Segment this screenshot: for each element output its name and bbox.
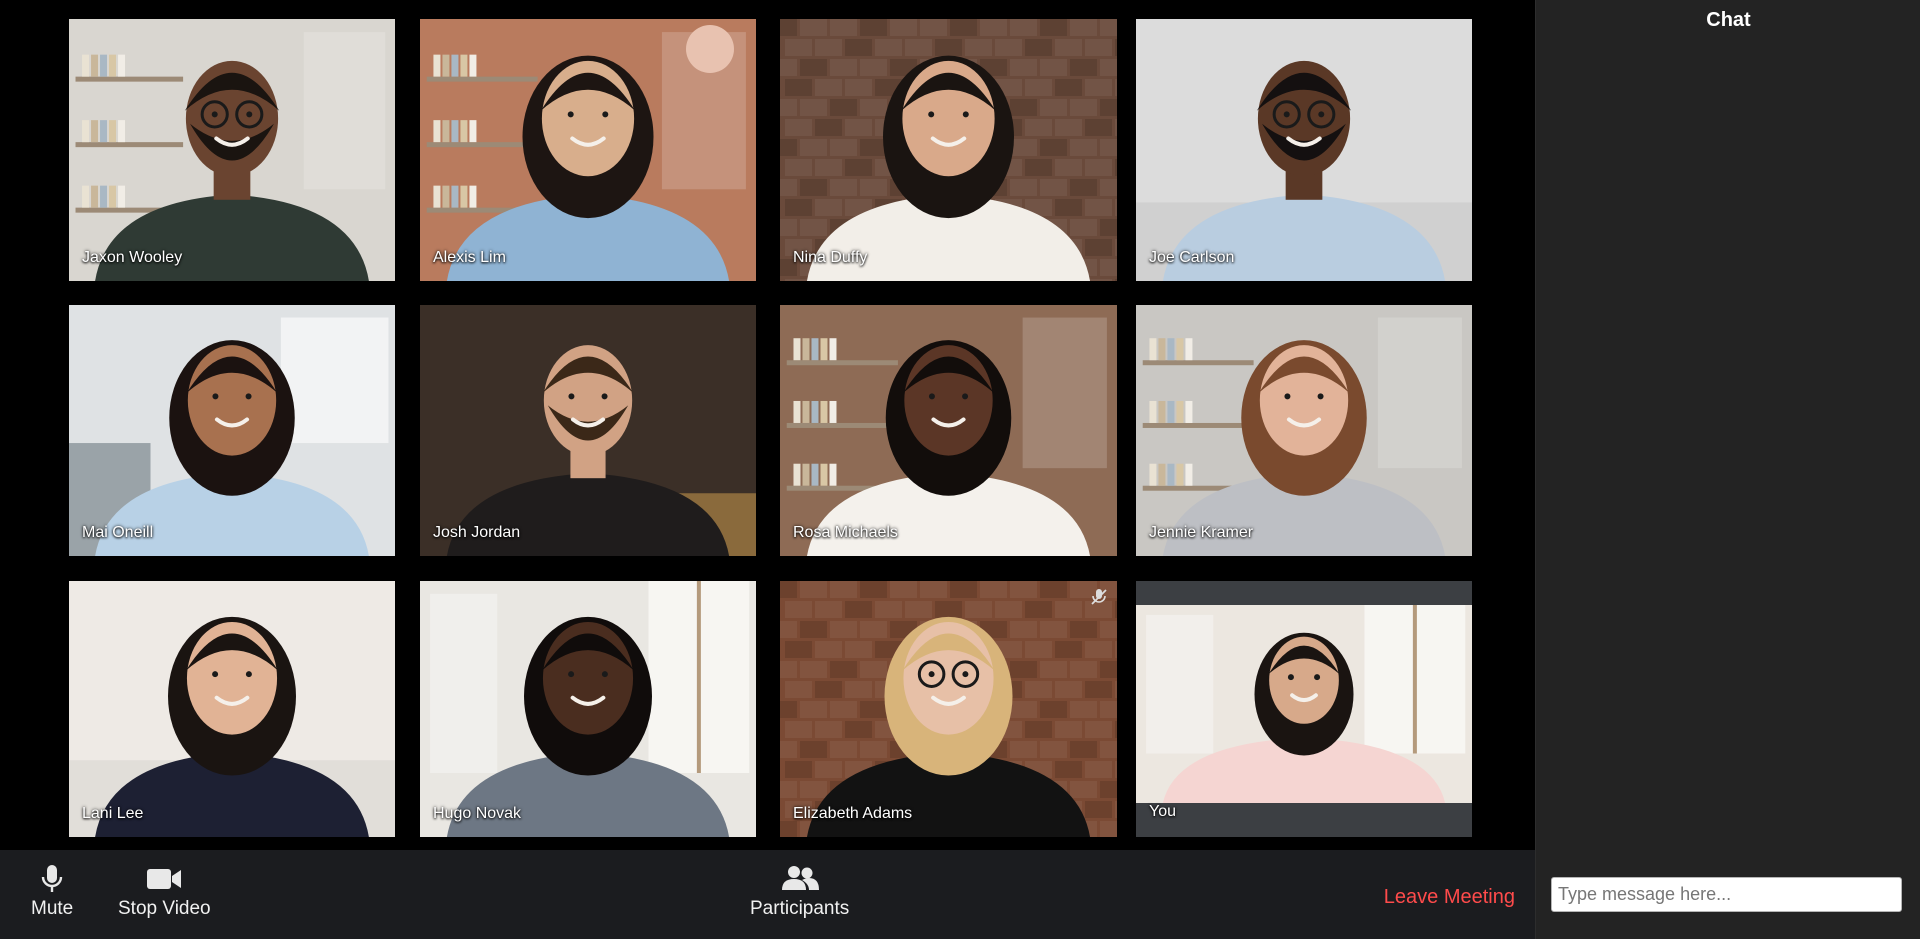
participant-video-tile[interactable]: Mai Oneill	[69, 305, 395, 556]
participant-name: Mai Oneill	[82, 524, 154, 541]
participant-video-tile[interactable]: Jennie Kramer	[1136, 305, 1472, 556]
participant-name: Alexis Lim	[433, 249, 506, 266]
participant-name: Lani Lee	[82, 805, 144, 822]
chat-panel: Chat	[1535, 0, 1920, 939]
participant-name: Nina Duffy	[793, 249, 868, 266]
participant-video-feed	[780, 581, 1117, 837]
participant-video-tile[interactable]: Alexis Lim	[420, 19, 756, 281]
stop-video-button[interactable]: Stop Video	[118, 864, 211, 920]
participant-name: Hugo Novak	[433, 805, 522, 822]
participant-name: Jennie Kramer	[1149, 524, 1254, 541]
participant-video-feed	[1136, 605, 1472, 803]
chat-message-input[interactable]	[1551, 877, 1902, 912]
muted-microphone-icon	[1091, 589, 1107, 605]
participants-label: Participants	[750, 898, 850, 919]
participant-video-feed	[780, 19, 1117, 281]
participant-video-tile[interactable]: Elizabeth Adams	[780, 581, 1117, 837]
participant-video-feed	[420, 305, 756, 556]
participant-video-feed	[69, 19, 395, 281]
participant-video-feed	[780, 305, 1117, 556]
participant-video-feed	[420, 581, 756, 837]
participant-video-tile[interactable]: Nina Duffy	[780, 19, 1117, 281]
participant-video-feed	[1136, 305, 1472, 556]
participant-video-feed	[1136, 19, 1472, 281]
mute-label: Mute	[31, 898, 74, 919]
meeting-toolbar: Mute Stop Video Participants Leave Meeti…	[0, 850, 1535, 939]
avatar	[686, 25, 734, 73]
participant-video-tile[interactable]: Josh Jordan	[420, 305, 756, 556]
leave-meeting-button[interactable]: Leave Meeting	[1384, 886, 1515, 909]
mute-button[interactable]: Mute	[31, 864, 73, 920]
participant-name: Joe Carlson	[1149, 249, 1235, 266]
participant-video-tile[interactable]: Lani Lee	[69, 581, 395, 837]
participant-name: Rosa Michaels	[793, 524, 898, 541]
participants-icon	[781, 866, 819, 890]
participant-video-tile[interactable]: Jaxon Wooley	[69, 19, 395, 281]
participant-video-tile[interactable]: Joe Carlson	[1136, 19, 1472, 281]
self-video-tile[interactable]: You	[1136, 581, 1472, 837]
participant-video-tile[interactable]: Rosa Michaels	[780, 305, 1117, 556]
participant-video-feed	[69, 305, 395, 556]
chat-title: Chat	[1706, 9, 1751, 31]
participant-video-feed	[69, 581, 395, 837]
participant-name: Elizabeth Adams	[793, 805, 913, 822]
participant-video-tile[interactable]: Hugo Novak	[420, 581, 756, 837]
participants-button[interactable]: Participants	[750, 864, 849, 920]
video-grid: Jaxon Wooley Alexis Lim Nina Duffy Joe Carl…	[0, 0, 1535, 850]
participant-name: Josh Jordan	[433, 524, 521, 541]
video-camera-icon	[147, 869, 182, 889]
microphone-icon	[41, 865, 63, 892]
stop-video-label: Stop Video	[118, 898, 211, 919]
participant-name: You	[1149, 803, 1176, 820]
participant-name: Jaxon Wooley	[82, 249, 183, 266]
